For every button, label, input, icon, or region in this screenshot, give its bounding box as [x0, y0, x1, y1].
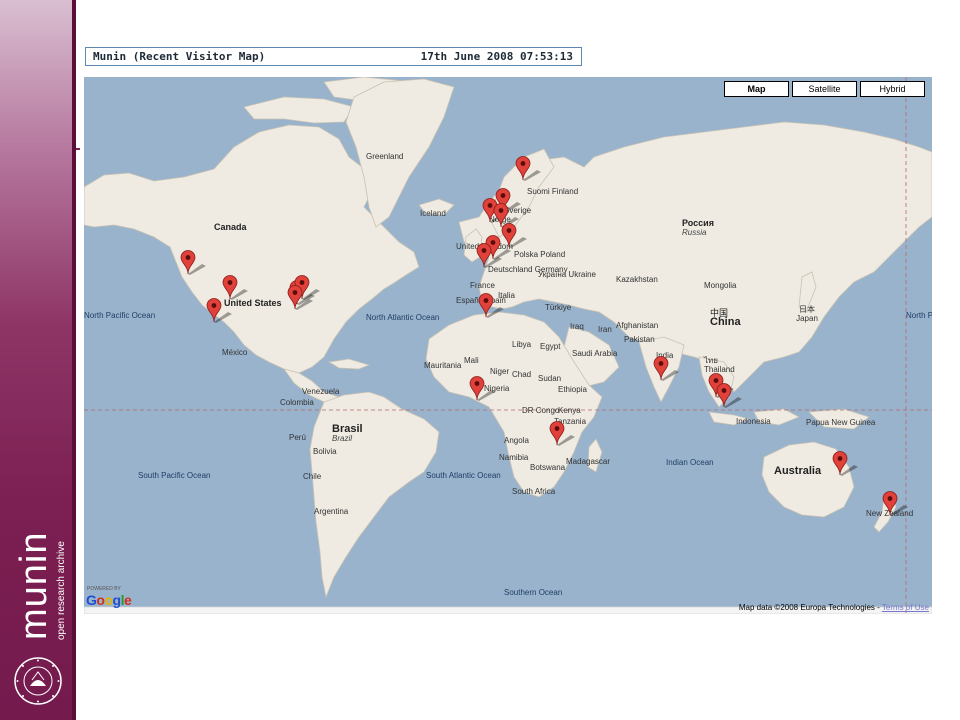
label-china: 中国 China — [710, 308, 741, 328]
label-iran: Iran — [598, 325, 612, 334]
map-type-control: Map Satellite Hybrid — [724, 81, 925, 97]
label-mongolia: Mongolia — [704, 281, 737, 290]
label-greenland: Greenland — [366, 152, 404, 161]
label-thailand: ไทย Thailand — [704, 356, 735, 374]
munin-logo: munin open research archive — [13, 532, 67, 641]
caribbean — [327, 358, 371, 370]
label-kazakhstan: Kazakhstan — [616, 275, 658, 284]
label-madagascar: Madagascar — [566, 457, 611, 466]
label-ukraina: Україна Ukraine — [538, 270, 596, 279]
brand-sidebar: munin open research archive — [0, 0, 76, 720]
label-mali: Mali — [464, 356, 479, 365]
label-canada: Canada — [214, 222, 247, 232]
university-seal-icon — [14, 657, 62, 705]
label-chile: Chile — [303, 472, 322, 481]
brand-tagline: open research archive — [56, 541, 67, 640]
label-argentina: Argentina — [314, 507, 349, 516]
label-saudi: Saudi Arabia — [572, 349, 618, 358]
map-timestamp: 17th June 2008 07:53:13 — [420, 50, 573, 63]
madagascar-landmass — [587, 438, 603, 473]
visitor-marker-pin-icon[interactable] — [469, 376, 495, 401]
label-sudan: Sudan — [538, 374, 562, 383]
label-angola: Angola — [504, 436, 529, 445]
brand-name: munin — [13, 532, 55, 641]
map-type-map-button[interactable]: Map — [724, 81, 789, 97]
label-south-africa: South Africa — [512, 487, 556, 496]
visitor-marker-pin-icon[interactable] — [515, 156, 541, 181]
world-map[interactable]: Greenland Iceland Canada United States M… — [84, 77, 932, 614]
label-niger: Niger — [490, 367, 510, 376]
visitor-marker-pin-icon[interactable] — [222, 275, 248, 300]
map-canvas[interactable] — [84, 77, 932, 614]
terms-of-use-link[interactable]: Terms of Use — [882, 603, 929, 612]
arctic-islands — [243, 96, 355, 124]
label-polska: Polska Poland — [514, 250, 566, 259]
label-indonesia: Indonesia — [736, 417, 771, 426]
label-afghanistan: Afghanistan — [616, 321, 659, 330]
label-mexico: México — [222, 348, 248, 357]
visitor-marker-pin-icon[interactable] — [206, 298, 232, 323]
label-north-pacific-right: North Pacific — [906, 311, 932, 320]
label-botswana: Botswana — [530, 463, 566, 472]
label-bolivia: Bolivia — [313, 447, 337, 456]
visitor-marker-pin-icon[interactable] — [882, 491, 908, 516]
map-type-hybrid-button[interactable]: Hybrid — [860, 81, 925, 97]
label-indian-ocean: Indian Ocean — [666, 458, 714, 467]
google-logo[interactable]: Google — [86, 592, 132, 608]
visitor-marker-pin-icon[interactable] — [653, 356, 679, 381]
label-colombia: Colombia — [280, 398, 314, 407]
label-suomi: Suomi Finland — [527, 187, 579, 196]
divider-tick — [76, 148, 80, 150]
label-france: France — [470, 281, 495, 290]
label-ethiopia: Ethiopia — [558, 385, 587, 394]
label-pakistan: Pakistan — [624, 335, 655, 344]
label-egypt: Egypt — [540, 342, 561, 351]
south-america-landmass — [309, 391, 440, 599]
visitor-marker-pin-icon[interactable] — [478, 293, 504, 318]
slide: munin open research archive Munin (Recen… — [0, 0, 960, 720]
label-papua: Papua New Guinea — [806, 418, 876, 427]
label-iceland: Iceland — [420, 209, 446, 218]
label-australia: Australia — [774, 465, 822, 477]
map-title: Munin (Recent Visitor Map) — [93, 50, 266, 63]
sidebar-edge — [72, 0, 76, 720]
label-namibia: Namibia — [499, 453, 529, 462]
label-turkiye: Türkiye — [545, 303, 572, 312]
map-attribution: Map data ©2008 Europa Technologies - Ter… — [738, 603, 929, 612]
label-south-atlantic: South Atlantic Ocean — [426, 471, 501, 480]
label-russia: Россия Russia — [682, 218, 714, 238]
label-chad: Chad — [512, 370, 532, 379]
label-mauritania: Mauritania — [424, 361, 462, 370]
label-north-atlantic: North Atlantic Ocean — [366, 313, 440, 322]
visitor-marker-pin-icon[interactable] — [180, 250, 206, 275]
label-brazil: Brasil Brazil — [332, 423, 363, 444]
label-venezuela: Venezuela — [302, 387, 340, 396]
visitor-marker-pin-icon[interactable] — [476, 243, 502, 268]
map-type-satellite-button[interactable]: Satellite — [792, 81, 857, 97]
label-southern-ocean: Southern Ocean — [504, 588, 563, 597]
label-libya: Libya — [512, 340, 532, 349]
label-iraq: Iraq — [570, 322, 584, 331]
visitor-marker-pin-icon[interactable] — [716, 383, 742, 408]
label-south-pacific: South Pacific Ocean — [138, 471, 211, 480]
label-dr-congo: DR Congo — [522, 406, 560, 415]
label-japan: 日本 Japan — [796, 305, 818, 323]
label-peru: Perú — [289, 433, 306, 442]
visitor-marker-pin-icon[interactable] — [832, 451, 858, 476]
label-kenya: Kenya — [558, 406, 581, 415]
visitor-marker-pin-icon[interactable] — [287, 285, 313, 310]
label-north-pacific: North Pacific Ocean — [84, 311, 156, 320]
visitor-marker-pin-icon[interactable] — [549, 421, 575, 446]
map-title-bar: Munin (Recent Visitor Map) 17th June 200… — [85, 47, 582, 66]
